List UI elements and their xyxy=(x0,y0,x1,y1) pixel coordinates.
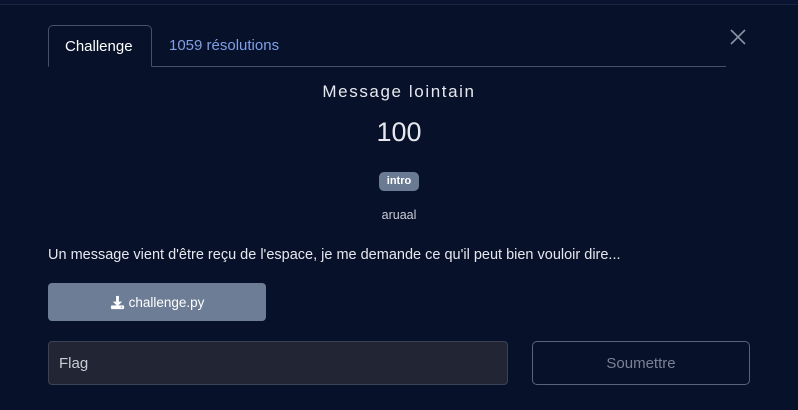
tab-solves[interactable]: 1059 résolutions xyxy=(153,25,295,66)
flag-input[interactable] xyxy=(48,341,508,385)
challenge-description: Un message vient d'être reçu de l'espace… xyxy=(48,247,621,263)
download-file-label: challenge.py xyxy=(128,294,205,310)
challenge-points: 100 xyxy=(376,117,422,147)
close-icon xyxy=(726,25,750,49)
challenge-page: Challenge 1059 résolutions Message loint… xyxy=(0,0,798,410)
challenge-title: Message lointain xyxy=(322,82,476,101)
modal-tabs: Challenge 1059 résolutions xyxy=(48,25,726,67)
download-icon xyxy=(110,295,125,310)
challenge-author: aruaal xyxy=(381,208,417,222)
challenge-modal: Challenge 1059 résolutions Message loint… xyxy=(0,0,798,410)
submit-button[interactable]: Soumettre xyxy=(532,341,750,385)
category-tag: intro xyxy=(378,172,420,191)
tab-challenge[interactable]: Challenge xyxy=(48,25,152,67)
tag-container: intro xyxy=(0,171,798,191)
download-file-button[interactable]: challenge.py xyxy=(48,283,266,321)
close-button[interactable] xyxy=(726,25,750,49)
